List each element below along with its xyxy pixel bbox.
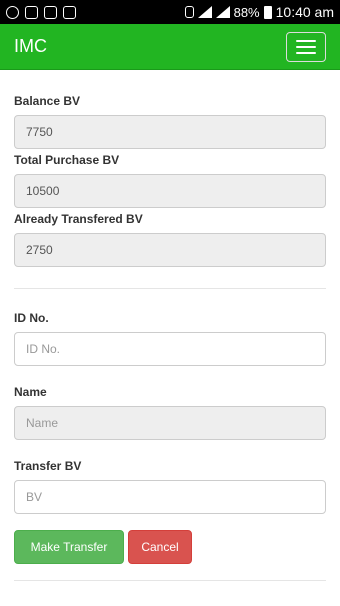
divider-bottom xyxy=(14,580,326,581)
balance-bv-label: Balance BV xyxy=(14,94,81,108)
whatsapp-icon xyxy=(6,5,19,19)
hamburger-menu-button[interactable] xyxy=(286,31,326,62)
signal-icon xyxy=(197,6,212,18)
balance-bv-value: 7750 xyxy=(26,125,53,139)
notification-icons xyxy=(6,5,76,19)
message-icon xyxy=(25,5,38,19)
battery-percent: 88% xyxy=(233,4,260,20)
balance-bv-field: 7750 xyxy=(14,115,326,149)
signal-icon-2 xyxy=(215,6,230,18)
brand-title[interactable]: IMC xyxy=(14,36,47,57)
video-icon xyxy=(44,5,57,19)
mail-icon xyxy=(63,5,76,19)
status-bar: 88% 10:40 am xyxy=(0,0,340,24)
name-label: Name xyxy=(14,385,47,399)
make-transfer-button[interactable]: Make Transfer xyxy=(14,530,124,564)
total-purchase-bv-value: 10500 xyxy=(26,184,60,198)
id-no-label: ID No. xyxy=(14,311,49,325)
menu-bar-icon xyxy=(296,39,316,42)
name-input xyxy=(14,406,326,440)
already-transfered-bv-label: Already Transfered BV xyxy=(14,212,143,226)
transfer-bv-input[interactable] xyxy=(14,480,326,514)
already-transfered-bv-field: 2750 xyxy=(14,233,326,267)
total-purchase-bv-field: 10500 xyxy=(14,174,326,208)
navbar: IMC xyxy=(0,24,340,70)
already-transfered-bv-value: 2750 xyxy=(26,243,53,257)
sim-icon xyxy=(184,6,194,18)
divider xyxy=(14,288,326,289)
battery-icon xyxy=(263,5,272,19)
clock: 10:40 am xyxy=(275,4,334,20)
menu-bar-icon xyxy=(296,45,316,48)
menu-bar-icon xyxy=(296,51,316,54)
system-icons: 88% 10:40 am xyxy=(184,4,334,20)
total-purchase-bv-label: Total Purchase BV xyxy=(14,153,120,167)
cancel-button[interactable]: Cancel xyxy=(128,530,192,564)
transfer-bv-label: Transfer BV xyxy=(14,459,82,473)
id-no-input[interactable] xyxy=(14,332,326,366)
